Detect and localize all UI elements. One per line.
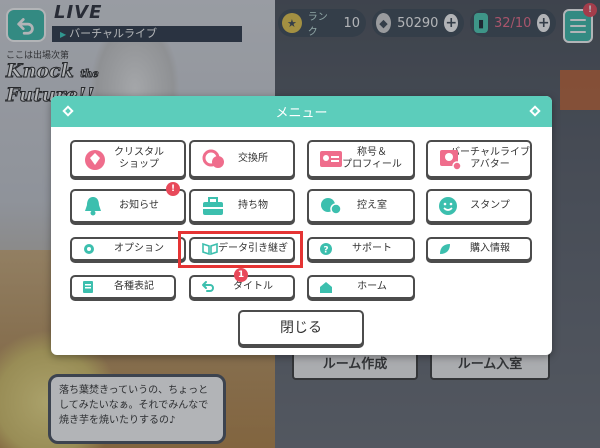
diamond-icon: [529, 105, 541, 117]
legal-button[interactable]: 各種表記: [70, 275, 176, 299]
title-badge: 1: [234, 268, 248, 282]
leaf-icon: [438, 242, 452, 256]
home-icon: [319, 280, 333, 294]
exchange-icon: [201, 146, 227, 172]
home-button[interactable]: ホーム: [307, 275, 415, 299]
stamp-button[interactable]: スタンプ: [426, 189, 532, 223]
return-icon: [201, 280, 215, 294]
close-button[interactable]: 閉じる: [238, 310, 364, 346]
dressing-room-icon: [319, 195, 343, 217]
crystal-shop-button[interactable]: クリスタル ショップ: [70, 140, 186, 178]
bag-icon: [201, 196, 225, 216]
purchase-info-button[interactable]: 購入情報: [426, 237, 532, 261]
notices-badge: !: [166, 182, 180, 196]
profile-card-icon: [319, 149, 343, 169]
gear-icon: [82, 242, 96, 256]
virtual-avatar-button[interactable]: バーチャルライブ アバター: [426, 140, 532, 178]
options-button[interactable]: オプション: [70, 237, 186, 261]
smile-icon: [438, 196, 458, 216]
bell-icon: [82, 195, 104, 217]
exchange-button[interactable]: 交換所: [189, 140, 295, 178]
crystal-shop-icon: [82, 146, 108, 172]
svg-text:?: ?: [323, 246, 328, 256]
avatar-icon: [438, 147, 462, 171]
dressing-room-button[interactable]: 控え室: [307, 189, 415, 223]
title-profile-button[interactable]: 称号＆ プロフィール: [307, 140, 415, 178]
data-transfer-highlight: [178, 231, 303, 268]
modal-header: メニュー: [51, 96, 552, 127]
support-button[interactable]: ? サポート: [307, 237, 415, 261]
modal-title: メニュー: [275, 106, 328, 121]
close-label: 閉じる: [280, 320, 322, 336]
document-icon: [82, 280, 94, 294]
inventory-button[interactable]: 持ち物: [189, 189, 295, 223]
question-icon: ?: [319, 242, 333, 256]
diamond-icon: [62, 105, 74, 117]
